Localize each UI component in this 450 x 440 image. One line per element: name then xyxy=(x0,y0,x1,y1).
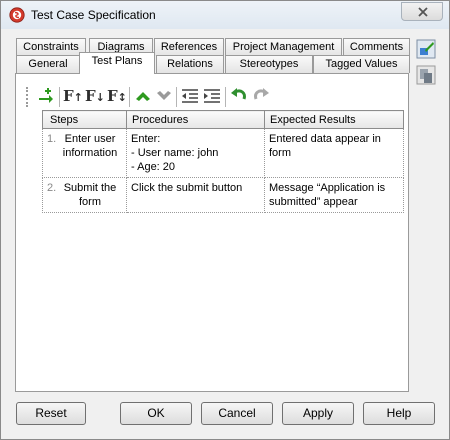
table-row[interactable]: 1. Enter user information Enter: - User n… xyxy=(42,128,404,178)
test-plans-panel: F↑ F↓ F↕ Steps Procedures Expected Resul… xyxy=(15,73,409,392)
toolbar-separator xyxy=(59,87,60,107)
table-row[interactable]: 2. Submit the form Click the submit butto… xyxy=(42,177,404,213)
dialog-button-row: Reset OK Cancel Apply Help xyxy=(1,402,450,426)
toolbar: F↑ F↓ F↕ xyxy=(26,84,399,110)
close-icon xyxy=(418,7,428,17)
move-up-icon[interactable] xyxy=(133,86,153,106)
tab-label: Project Management xyxy=(232,41,335,53)
toolbar-grip[interactable] xyxy=(26,87,30,107)
procedure-line: - User name: john xyxy=(131,147,219,159)
dialog-window: Test Case Specification Constraints Diag… xyxy=(0,0,450,440)
procedure-cell[interactable]: Enter: - User name: john - Age: 20 xyxy=(126,128,265,178)
tab-stereotypes[interactable]: Stereotypes xyxy=(225,55,313,73)
toolbar-separator xyxy=(176,87,177,107)
close-button[interactable] xyxy=(401,2,443,21)
tab-label: Comments xyxy=(349,41,404,53)
add-row-icon[interactable] xyxy=(36,86,56,106)
tab-label: References xyxy=(160,41,218,53)
tab-label: Constraints xyxy=(23,41,79,53)
title-bar[interactable]: Test Case Specification xyxy=(1,1,449,29)
undo-icon[interactable] xyxy=(229,86,249,106)
apply-button[interactable]: Apply xyxy=(282,402,354,425)
column-header-expected-results[interactable]: Expected Results xyxy=(264,110,404,129)
step-cell[interactable]: 1. Enter user information xyxy=(42,128,127,178)
step-text: Enter user information xyxy=(62,133,118,159)
expected-result-cell[interactable]: Entered data appear in form xyxy=(264,128,404,178)
font-updown-icon[interactable]: F↕ xyxy=(107,86,127,106)
ok-button[interactable]: OK xyxy=(120,402,192,425)
row-number: 1. xyxy=(47,133,57,145)
tab-references[interactable]: References xyxy=(154,38,224,56)
column-header-steps[interactable]: Steps xyxy=(42,110,127,129)
tab-constraints[interactable]: Constraints xyxy=(16,38,86,56)
outdent-icon[interactable] xyxy=(180,86,200,106)
font-down-icon[interactable]: F↓ xyxy=(85,86,105,106)
document-icon[interactable] xyxy=(416,65,436,85)
table-header-row: Steps Procedures Expected Results xyxy=(42,110,404,129)
tab-test-plans[interactable]: Test Plans xyxy=(79,52,155,74)
tab-relations[interactable]: Relations xyxy=(156,55,224,73)
cancel-button[interactable]: Cancel xyxy=(201,402,273,425)
tab-label: Test Plans xyxy=(91,55,143,67)
font-up-icon[interactable]: F↑ xyxy=(63,86,83,106)
procedure-line: Click the submit button xyxy=(131,182,243,194)
tab-general[interactable]: General xyxy=(16,55,80,73)
tab-label: General xyxy=(28,58,68,70)
step-text: Submit the form xyxy=(63,182,117,208)
toolbar-separator xyxy=(225,87,226,107)
expected-result-cell[interactable]: Message “Application is submitted” appea… xyxy=(264,177,404,213)
redo-icon[interactable] xyxy=(251,86,271,106)
tab-label: Stereotypes xyxy=(239,58,299,70)
expected-result-text: Entered data appear in form xyxy=(269,133,381,159)
row-number: 2. xyxy=(47,182,57,194)
window-title: Test Case Specification xyxy=(31,8,156,22)
column-header-procedures[interactable]: Procedures xyxy=(126,110,265,129)
procedure-cell[interactable]: Click the submit button xyxy=(126,177,265,213)
tab-label: Relations xyxy=(167,58,213,70)
tab-label: Tagged Values xyxy=(325,58,398,70)
move-down-icon[interactable] xyxy=(154,86,174,106)
app-logo-icon xyxy=(9,7,25,23)
tab-comments[interactable]: Comments xyxy=(343,38,410,56)
edit-stereotype-icon[interactable] xyxy=(416,39,436,59)
tab-tagged-values[interactable]: Tagged Values xyxy=(313,55,410,73)
procedure-line: - Age: 20 xyxy=(131,161,176,173)
help-button[interactable]: Help xyxy=(363,402,435,425)
reset-button[interactable]: Reset xyxy=(16,402,86,425)
tab-project-management[interactable]: Project Management xyxy=(225,38,342,56)
toolbar-separator xyxy=(129,87,130,107)
step-cell[interactable]: 2. Submit the form xyxy=(42,177,127,213)
indent-icon[interactable] xyxy=(202,86,222,106)
test-plan-table: Steps Procedures Expected Results 1. Ente… xyxy=(42,110,404,213)
procedure-line: Enter: xyxy=(131,133,161,145)
expected-result-text: Message “Application is submitted” appea… xyxy=(269,182,386,208)
